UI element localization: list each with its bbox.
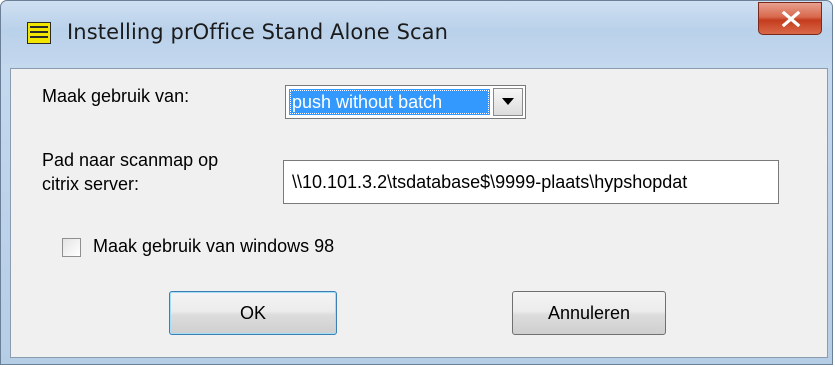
path-label-line1: Pad naar scanmap op: [42, 150, 219, 170]
cancel-button[interactable]: Annuleren: [512, 291, 666, 335]
path-label-line2: citrix server:: [42, 174, 140, 194]
dropdown-button[interactable]: [493, 88, 523, 116]
window-title: Instelling prOffice Stand Alone Scan: [67, 20, 449, 44]
dialog-client-area: Maak gebruik van: push without batch Pad…: [10, 68, 828, 358]
form-list-icon: [27, 22, 51, 44]
title-bar[interactable]: Instelling prOffice Stand Alone Scan: [1, 1, 832, 69]
chevron-down-icon: [502, 98, 514, 105]
mode-label: Maak gebruik van:: [42, 86, 190, 106]
mode-select[interactable]: push without batch: [285, 85, 526, 119]
mode-selected-value[interactable]: push without batch: [289, 89, 490, 115]
close-button[interactable]: [758, 2, 822, 35]
windows98-label[interactable]: Maak gebruik van windows 98: [93, 236, 334, 257]
close-x-icon: [781, 11, 801, 27]
ok-button[interactable]: OK: [169, 291, 337, 335]
scan-path-input[interactable]: \\10.101.3.2\tsdatabase$\9999-plaats\hyp…: [283, 160, 779, 204]
dialog-window: Instelling prOffice Stand Alone Scan Maa…: [0, 0, 833, 365]
windows98-checkbox[interactable]: [62, 238, 81, 257]
